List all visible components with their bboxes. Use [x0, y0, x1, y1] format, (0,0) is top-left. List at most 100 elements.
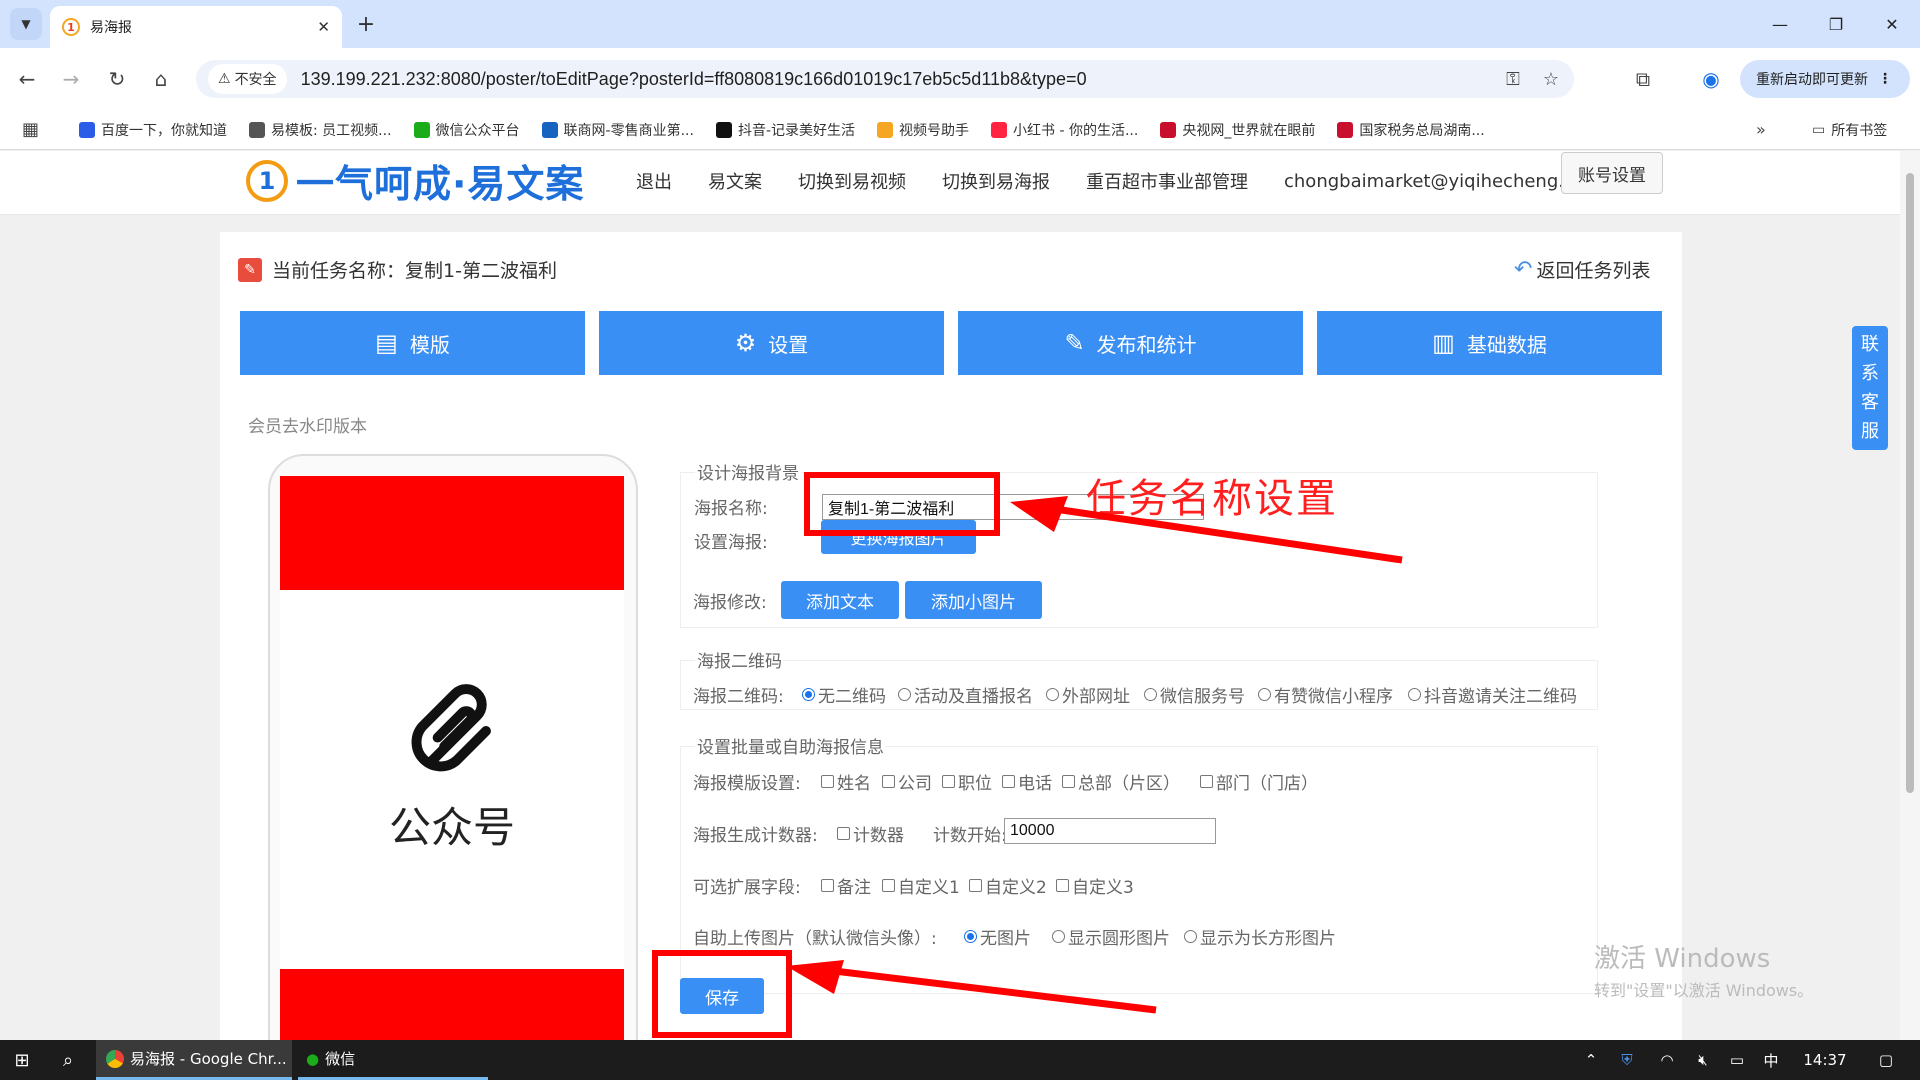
section-tab-label: 发布和统计 [1096, 332, 1197, 357]
set-poster-label: 设置海报: [694, 533, 768, 553]
minimize-button[interactable]: — [1752, 0, 1808, 48]
contact-support-button[interactable]: 联系客服 [1852, 326, 1888, 450]
bookmark-favicon-icon [877, 121, 894, 138]
update-button[interactable]: 重新启动即可更新 ⋮ [1740, 60, 1910, 98]
radio-option[interactable]: 显示为长方形图片 [1184, 924, 1336, 949]
start-button[interactable]: ⊞ [0, 1040, 44, 1080]
checkbox-option[interactable]: 职位 [942, 769, 992, 794]
speaker-muted-icon[interactable]: 🔇︎ [1688, 1040, 1718, 1080]
restore-button[interactable]: ❐ [1808, 0, 1864, 48]
battery-icon[interactable]: ▭ [1722, 1040, 1752, 1080]
radio-option[interactable]: 抖音邀请关注二维码 [1408, 682, 1577, 707]
new-tab-button[interactable]: + [352, 10, 380, 38]
section-tab[interactable]: ▤ 模版 [240, 311, 585, 375]
apps-grid-icon[interactable]: ▦ [22, 119, 39, 140]
radio-icon [802, 688, 815, 701]
annotation-arrowhead-save [786, 960, 844, 994]
bookmark-favicon-icon [79, 121, 96, 138]
legend-qrcode: 海报二维码 [695, 647, 784, 672]
qrcode-label: 海报二维码: [693, 687, 784, 707]
bookmark-item[interactable]: 央视网_世界就在眼前 [1160, 120, 1315, 140]
bookmarks-bar: ▦ 百度一下，你就知道 易模板: 员工视频... 微信公众平台 联商网-零售商业第..… [0, 110, 1920, 150]
nav-link[interactable]: 切换到易视频 [798, 168, 906, 194]
bookmark-item[interactable]: 百度一下，你就知道 [79, 120, 227, 140]
site-logo[interactable]: 1 一气呵成·易文案 [246, 153, 584, 208]
bookmark-label: 易模板: 员工视频... [271, 122, 392, 139]
checkbox-option[interactable]: 备注 [821, 873, 871, 898]
counter-checkbox[interactable]: 计数器 [837, 821, 904, 846]
shield-icon[interactable]: ⛨ [1612, 1040, 1642, 1080]
counter-label: 海报生成计数器: [693, 826, 818, 846]
checkbox-icon [882, 879, 895, 892]
annotation-arrowhead-name [1010, 496, 1068, 532]
checkbox-option[interactable]: 自定义2 [969, 873, 1047, 898]
favicon-icon: 1 [62, 18, 80, 36]
nav-link[interactable]: 易文案 [708, 168, 762, 194]
back-button[interactable]: ← [12, 64, 42, 94]
extensions-button[interactable]: ⧉ [1628, 64, 1658, 94]
radio-option[interactable]: 显示圆形图片 [1052, 924, 1170, 949]
section-tab[interactable]: ✎ 发布和统计 [958, 311, 1303, 375]
tab-title: 易海报 [90, 20, 132, 36]
home-icon: ⌂ [154, 67, 168, 91]
ime-indicator[interactable]: 中 [1756, 1040, 1786, 1080]
section-tab[interactable]: ▥ 基础数据 [1317, 311, 1662, 375]
forward-button[interactable]: → [56, 64, 86, 94]
reply-arrow-icon: ↶ [1514, 257, 1533, 282]
bookmark-item[interactable]: 小红书 - 你的生活... [991, 120, 1138, 140]
network-icon[interactable]: ◠ [1652, 1040, 1682, 1080]
tray-chevron-up-icon[interactable]: ⌃ [1576, 1040, 1606, 1080]
template-setting-label: 海报模版设置: [693, 774, 801, 794]
key-icon[interactable]: ⚿ [1498, 64, 1528, 94]
page-scrollbar[interactable] [1900, 151, 1920, 1040]
checkbox-option[interactable]: 姓名 [821, 769, 871, 794]
profile-button[interactable]: ◉ [1696, 64, 1726, 94]
chevron-down-icon: ▼ [21, 17, 31, 31]
bookmark-item[interactable]: 抖音-记录美好生活 [715, 120, 855, 140]
url-text[interactable]: 139.199.221.232:8080/poster/toEditPage?p… [301, 69, 1498, 90]
option-label: 自定义2 [985, 878, 1047, 898]
all-bookmarks[interactable]: ▭ 所有书签 [1812, 120, 1887, 140]
home-button[interactable]: ⌂ [146, 64, 176, 94]
annotation-arrow-save-line [825, 966, 1157, 1014]
nav-link[interactable]: chongbaimarket@yiqihecheng.cc [1284, 171, 1584, 192]
tab-search-button[interactable]: ▼ [10, 8, 42, 40]
reload-button[interactable]: ↻ [102, 64, 132, 94]
browser-tab[interactable]: 1 易海报 ✕ [50, 6, 342, 48]
section-tab[interactable]: ⚙ 设置 [599, 311, 944, 375]
bookmark-item[interactable]: 国家税务总局湖南... [1337, 120, 1485, 140]
account-settings-button[interactable]: 账号设置 [1561, 152, 1663, 194]
checkbox-option[interactable]: 自定义1 [882, 873, 960, 898]
radio-option[interactable]: 无二维码 [802, 682, 886, 707]
checkbox-option[interactable]: 公司 [882, 769, 932, 794]
scrollbar-thumb[interactable] [1906, 173, 1914, 793]
nav-link[interactable]: 退出 [636, 168, 672, 194]
address-bar[interactable]: ⚠ 不安全 139.199.221.232:8080/poster/toEdit… [196, 60, 1574, 98]
checkbox-option[interactable]: 自定义3 [1056, 873, 1134, 898]
chevron-double-right-icon[interactable]: » [1756, 120, 1766, 139]
star-icon[interactable]: ☆ [1536, 64, 1566, 94]
taskbar-wechat[interactable]: ● 微信 [298, 1040, 488, 1080]
notification-icon[interactable]: ▢ [1866, 1040, 1906, 1080]
clock[interactable]: 14:37 [1790, 1040, 1860, 1080]
poster-canvas[interactable]: 公众号 [280, 476, 624, 1052]
bookmark-item[interactable]: 微信公众平台 [413, 120, 520, 140]
bookmark-item[interactable]: 视频号助手 [877, 120, 969, 140]
bookmark-item[interactable]: 易模板: 员工视频... [249, 120, 392, 140]
poster-text[interactable]: 公众号 [280, 794, 624, 855]
nav-link[interactable]: 重百超市事业部管理 [1086, 168, 1248, 194]
radio-option[interactable]: 无图片 [964, 924, 1031, 949]
close-window-button[interactable]: ✕ [1864, 0, 1920, 48]
close-tab-icon[interactable]: ✕ [317, 18, 330, 36]
minimize-icon: — [1772, 14, 1788, 34]
security-chip[interactable]: ⚠ 不安全 [208, 64, 287, 94]
search-button[interactable]: ⌕ [48, 1040, 88, 1080]
back-to-task-list[interactable]: ↶ 返回任务列表 [1514, 256, 1650, 283]
data-icon: ▥ [1432, 329, 1455, 357]
taskbar-chrome[interactable]: 易海报 - Google Chr... [96, 1040, 292, 1080]
bookmark-item[interactable]: 联商网-零售商业第... [541, 120, 694, 140]
nav-link[interactable]: 切换到易海报 [942, 168, 1050, 194]
update-label: 重新启动即可更新 [1756, 72, 1868, 88]
add-text-button[interactable]: 添加文本 [781, 581, 899, 619]
radio-icon [964, 930, 977, 943]
